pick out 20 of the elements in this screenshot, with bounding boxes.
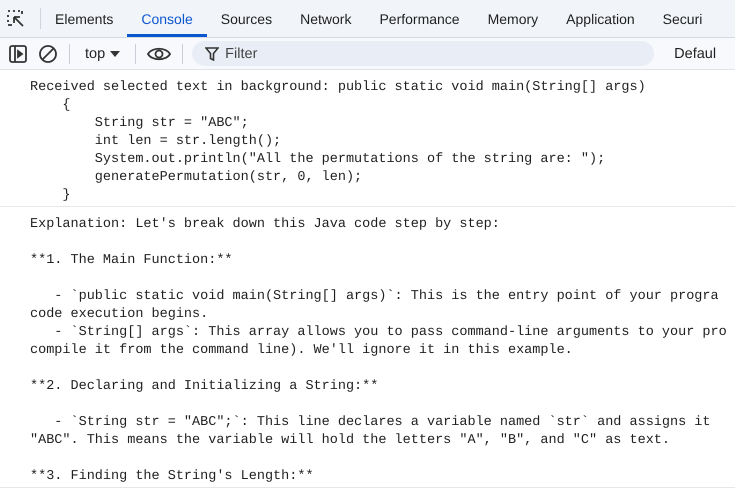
log-text: **1. The Main Function:** — [30, 252, 234, 270]
panel-tab[interactable]: Performance — [365, 0, 474, 37]
log-text: - `public static void main(String[] args)`: This is the entry point of your progra code execution begins. - `String[] args`: This array allows you to pass command-line arguments to your pro compile it from the command line). We'll ignore it in this example. — [30, 288, 728, 360]
context-dropdown[interactable]: top — [79, 46, 126, 62]
inspect-element-icon[interactable] — [6, 8, 26, 28]
panel-tab[interactable]: Application — [552, 0, 649, 37]
panel-tab[interactable]: Securi — [648, 0, 716, 37]
filter-icon — [205, 47, 220, 61]
log-text: Received selected text in background: public static void main(String[] args) { String str = "ABC"; int len = str.length(); System.out.println("All the permutations of the string are: "); generatePermutation(str, 0, len); } — [30, 79, 647, 205]
log-levels-dropdown[interactable]: Defaul — [660, 46, 716, 62]
log-text: Explanation: Let's break down this Java code step by step: — [30, 216, 501, 234]
log-text: **3. Finding the String's Length:** — [30, 468, 315, 486]
log-text: - `String str = "ABC";`: This line declares a variable named `str` and assigns it "ABC". This means the variable will hold the letters "A", "B", and "C" as text. — [30, 414, 712, 450]
panel-tab[interactable]: Memory — [474, 0, 552, 37]
log-text: **2. Declaring and Initializing a String:** — [30, 378, 380, 396]
caret-icon — [110, 50, 120, 56]
panel-tab[interactable]: Sources — [206, 0, 286, 37]
panel-tab[interactable]: Network — [286, 0, 366, 37]
filter-field[interactable]: Filter — [192, 41, 654, 66]
panel-tab[interactable]: Elements — [41, 0, 128, 37]
